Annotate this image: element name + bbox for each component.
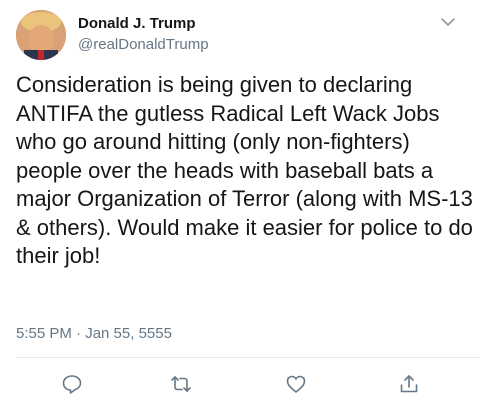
chevron-down-icon[interactable] [438,14,458,30]
reply-icon [61,373,83,395]
author-name[interactable]: Donald J. Trump [78,15,196,32]
tweet-timestamp[interactable]: 5:55 PM · Jan 55, 5555 [16,325,172,342]
retweet-icon [170,373,192,395]
tweet-text: Consideration is being given to declarin… [16,72,473,268]
share-button[interactable] [398,373,420,395]
divider [16,357,480,358]
reply-button[interactable] [61,373,83,395]
avatar[interactable] [16,10,66,60]
heart-icon [285,373,307,395]
author-handle[interactable]: @realDonaldTrump [78,36,209,53]
share-icon [398,373,420,395]
tweet-card: Donald J. Trump @realDonaldTrump Conside… [0,0,480,410]
retweet-button[interactable] [170,373,192,395]
like-button[interactable] [285,373,307,395]
